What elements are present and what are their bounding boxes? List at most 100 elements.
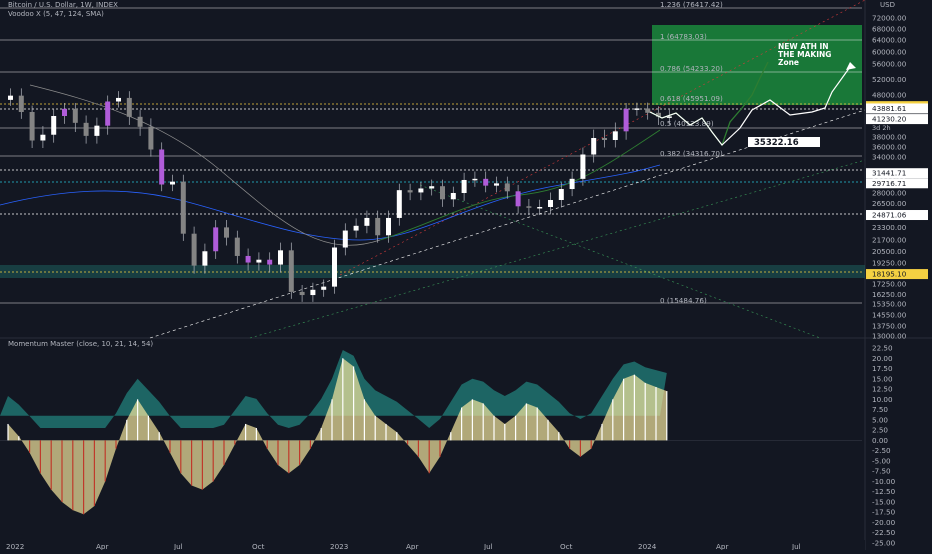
x-tick-label: Apr: [96, 542, 108, 550]
price-tick-label: 72000.00: [872, 14, 907, 23]
currency-label: USD: [880, 1, 895, 9]
candle-body: [396, 190, 402, 218]
momentum-tick-label: -7.50: [872, 467, 891, 476]
candle-body: [234, 237, 240, 256]
price-tick-label: 48000.00: [872, 91, 907, 100]
price-tick-label: 56000.00: [872, 60, 907, 69]
momentum-tick-label: -22.50: [872, 528, 896, 537]
candle-body: [170, 181, 175, 185]
candle-body: [342, 230, 348, 248]
fib-label: 0 (15484.76): [660, 296, 707, 305]
price-tick-label: 52000.00: [872, 75, 907, 84]
momentum-tick-label: 2.50: [872, 426, 888, 435]
x-tick-label: Oct: [252, 542, 265, 550]
price-tick-label: 13750.00: [872, 321, 907, 330]
candle-body: [267, 259, 273, 265]
candle-body: [202, 251, 208, 266]
candle-body: [321, 286, 327, 290]
candle-body: [8, 95, 13, 100]
x-tick-label: Apr: [406, 542, 418, 550]
price-tick-label: 23300.00: [872, 223, 907, 232]
candle-body: [537, 207, 543, 209]
candle-body: [634, 108, 640, 110]
price-tick-label: 20500.00: [872, 247, 907, 256]
momentum-tick-label: 7.50: [872, 405, 888, 414]
price-badge-sub: 3d 2h: [872, 124, 891, 132]
price-tick-label: 26500.00: [872, 199, 907, 208]
candle-body: [375, 217, 381, 236]
candle-body: [116, 97, 121, 102]
price-tick-label: 21700.00: [872, 236, 907, 245]
candle-body: [94, 125, 100, 136]
candle-body: [461, 179, 467, 193]
candle-body: [288, 250, 294, 292]
price-badge-label: 31441.71: [872, 169, 906, 178]
candle-body: [40, 134, 46, 141]
candle-body: [645, 108, 651, 113]
candle-body: [472, 178, 478, 181]
momentum-tick-label: -15.00: [872, 497, 896, 506]
momentum-area: [8, 358, 667, 515]
momentum-tick-label: -12.50: [872, 487, 896, 496]
candle-body: [310, 289, 316, 296]
candle-body: [569, 178, 575, 190]
price-badge-label: 24871.06: [872, 211, 907, 220]
candle-body: [364, 217, 370, 226]
candle-body: [450, 193, 456, 200]
indicator-label-voodoo: Voodoo X (5, 47, 124, SMA): [8, 10, 104, 18]
candle-body: [18, 95, 24, 112]
fib-label: 1 (64783.03): [660, 32, 707, 41]
momentum-tick-label: -10.00: [872, 477, 896, 486]
price-tick-label: 14550.00: [872, 310, 907, 319]
candle-body: [548, 200, 553, 207]
target-price-label: 35322.16: [754, 138, 799, 148]
momentum-tick-label: 20.00: [872, 354, 893, 363]
candle-body: [591, 138, 597, 155]
candle-body: [623, 108, 629, 132]
x-tick-label: Apr: [716, 542, 728, 550]
price-tick-label: 16250.00: [872, 290, 907, 299]
support-band: [0, 265, 865, 278]
candle-body: [278, 250, 283, 265]
price-tick-label: 15350.00: [872, 300, 907, 309]
momentum-tick-label: -5.00: [872, 456, 891, 465]
symbol-title: Bitcoin / U.S. Dollar, 1W, INDEX: [8, 1, 118, 9]
price-tick-label: 60000.00: [872, 48, 907, 57]
fib-label: 1.236 (76417.42): [660, 0, 723, 9]
candle-body: [483, 178, 489, 186]
candle-body: [612, 131, 618, 140]
candle-body: [256, 259, 262, 263]
momentum-tick-label: -20.00: [872, 518, 896, 527]
price-tick-label: 38000.00: [872, 133, 907, 142]
candle-body: [159, 149, 165, 185]
price-badge-label: 29716.71: [872, 179, 906, 188]
ath-annotation-text: Zone: [778, 58, 799, 67]
momentum-axis: 22.5020.0017.5015.00 12.5010.007.505.00 2.…: [872, 344, 896, 548]
fib-label: 0.618 (45951.09): [660, 94, 723, 103]
x-tick-label: 2022: [6, 542, 24, 550]
trading-chart: 1.236 (76417.42) 1 (64783.03) 0.786 (54233…: [0, 0, 932, 551]
momentum-tick-label: 0.00: [872, 436, 888, 445]
candle-body: [418, 188, 424, 193]
momentum-tick-label: 22.50: [872, 344, 893, 353]
momentum-tick-label: -2.50: [872, 446, 891, 455]
candle-body: [515, 191, 521, 207]
price-badge-label: 41230.20: [872, 115, 907, 124]
candle-body: [213, 227, 219, 252]
fib-label: 0.382 (34316.70): [660, 149, 723, 158]
candle-body: [504, 183, 510, 192]
candle-body: [494, 183, 499, 186]
price-tick-label: 68000.00: [872, 25, 907, 34]
candle-body: [299, 291, 305, 296]
candle-body: [126, 97, 132, 117]
chart-canvas[interactable]: 1.236 (76417.42) 1 (64783.03) 0.786 (54233…: [0, 0, 932, 551]
candle-body: [602, 138, 607, 140]
price-tick-label: 13000.00: [872, 332, 907, 341]
momentum-tick-label: 10.00: [872, 395, 893, 404]
price-tick-label: 36000.00: [872, 143, 907, 152]
candle-body: [429, 186, 435, 189]
momentum-tick-label: 15.00: [872, 374, 893, 383]
price-tick-label: 64000.00: [872, 36, 907, 45]
fib-label: 0.786 (54233.20): [660, 64, 723, 73]
price-tick-label: 17250.00: [872, 280, 907, 289]
